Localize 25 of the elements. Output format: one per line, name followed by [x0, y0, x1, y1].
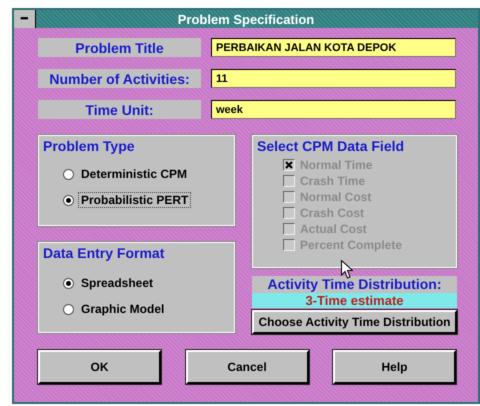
distribution-value: 3-Time estimate [252, 293, 457, 308]
text-field[interactable]: week [211, 100, 456, 119]
text-field[interactable]: PERBAIKAN JALAN KOTA DEPOK [211, 38, 456, 57]
group-title: Problem Type [43, 138, 135, 154]
window-title: Problem Specification [176, 12, 316, 26]
radio-button[interactable] [63, 304, 74, 314]
choose-distribution-button[interactable]: Choose Activity Time Distribution [252, 310, 457, 334]
group-title: Data Entry Format [43, 245, 164, 261]
system-menu-button[interactable]: ━ [14, 10, 36, 28]
dialog-button[interactable]: Help [333, 350, 456, 384]
radio-button[interactable] [63, 168, 74, 180]
field-label: Number of Activities: [38, 69, 201, 88]
radio-option[interactable]: Spreadsheet [63, 275, 228, 291]
field-label: Time Unit: [38, 100, 201, 119]
radio-option[interactable]: Graphic Model [63, 301, 228, 317]
radio-button[interactable] [63, 278, 74, 288]
text-field[interactable]: 11 [211, 69, 456, 88]
dialog-button[interactable]: Cancel [186, 350, 308, 384]
check-mark-icon [285, 161, 293, 169]
field-label: Problem Title [38, 38, 201, 57]
radio-button[interactable] [63, 194, 74, 206]
dialog-button[interactable]: OK [38, 350, 161, 384]
group-title: Select CPM Data Field [257, 138, 404, 154]
radio-option[interactable]: Deterministic CPM [63, 166, 228, 182]
distribution-label: Activity Time Distribution: [252, 276, 457, 293]
